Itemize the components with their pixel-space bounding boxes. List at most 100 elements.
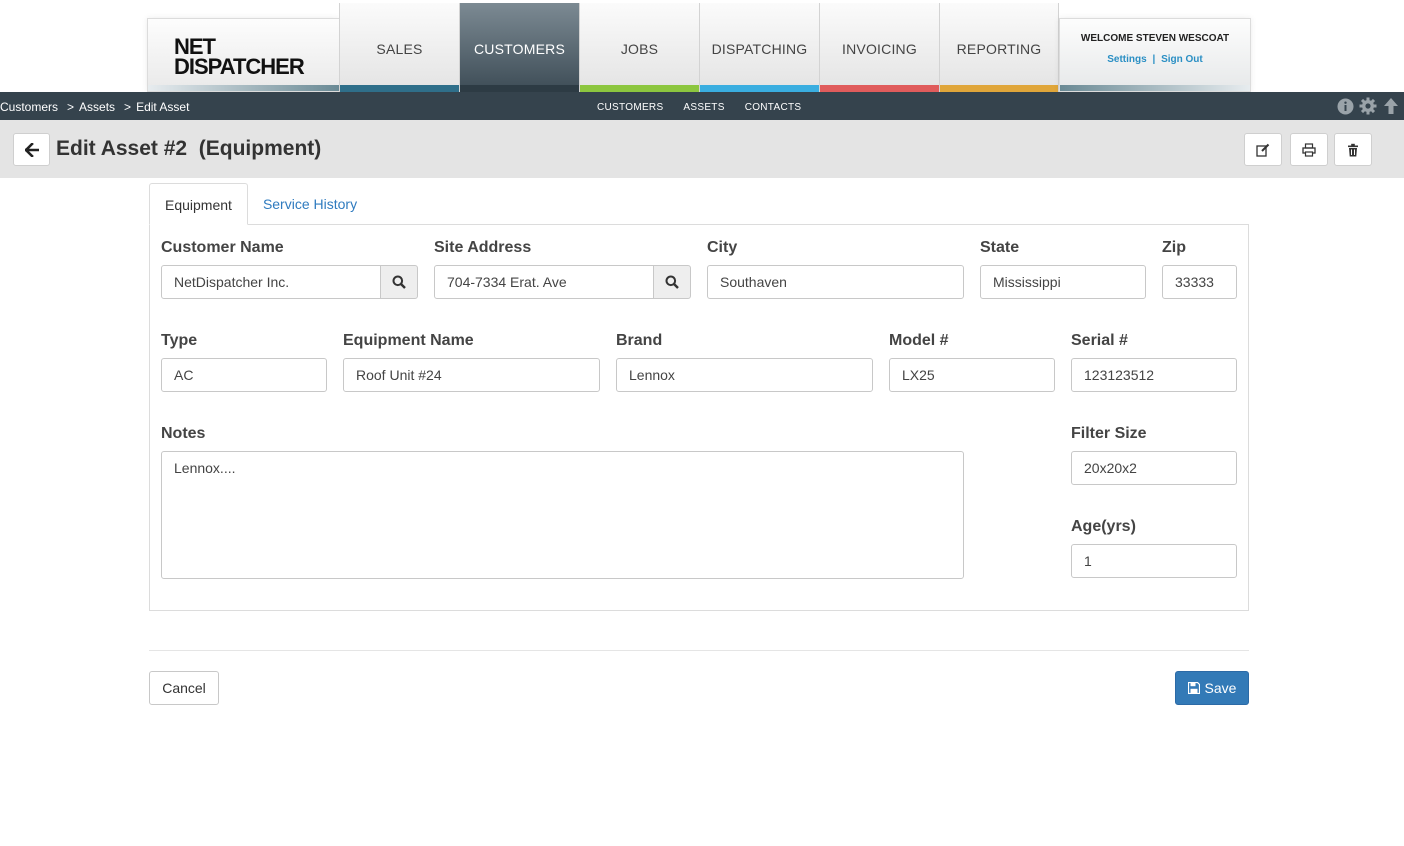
model-group: Model # — [889, 333, 1055, 393]
subnav-customers[interactable]: CUSTOMERS — [597, 102, 663, 113]
brand-group: Brand — [616, 333, 873, 393]
site-address-input[interactable] — [434, 265, 654, 299]
type-input[interactable] — [161, 358, 327, 392]
nav-color-bar — [460, 85, 579, 92]
nav-label: DISPATCHING — [711, 41, 808, 57]
nav-item-sales[interactable]: SALES — [339, 3, 459, 92]
age-label: Age(yrs) — [1071, 518, 1136, 535]
tab-equipment[interactable]: Equipment — [149, 183, 248, 225]
page-title: Edit Asset #2 (Equipment) — [56, 137, 322, 160]
search-icon — [665, 275, 679, 289]
zip-label: Zip — [1162, 239, 1186, 256]
filter-size-label: Filter Size — [1071, 425, 1147, 442]
nav-color-bar — [940, 85, 1058, 92]
equipment-name-label: Equipment Name — [343, 332, 474, 349]
back-button[interactable] — [13, 133, 50, 166]
customer-name-input[interactable] — [161, 265, 381, 299]
equipment-name-input[interactable] — [343, 358, 600, 392]
welcome-text: WELCOME STEVEN WESCOAT — [1080, 33, 1230, 44]
brand-label: Brand — [616, 332, 663, 349]
tab-service-history[interactable]: Service History — [248, 183, 372, 225]
site-address-group: Site Address — [434, 240, 691, 300]
age-group: Age(yrs) — [1071, 519, 1237, 579]
tab-bar: Equipment Service History — [149, 183, 372, 225]
delete-button[interactable] — [1334, 133, 1372, 166]
nav-label: SALES — [376, 41, 423, 57]
sub-navigation-bar: Customers > Assets > Edit Asset CUSTOMERS AS… — [0, 92, 1404, 120]
nav-item-dispatching[interactable]: DISPATCHING — [699, 3, 819, 92]
brand-input[interactable] — [616, 358, 873, 392]
edit-icon — [1256, 143, 1270, 157]
model-label: Model # — [889, 332, 949, 349]
type-label: Type — [161, 332, 198, 349]
print-button[interactable] — [1290, 133, 1328, 166]
model-input[interactable] — [889, 358, 1055, 392]
link-separator: | — [1152, 54, 1156, 65]
state-label: State — [980, 239, 1020, 256]
cancel-button[interactable]: Cancel — [149, 671, 219, 705]
site-address-label: Site Address — [434, 239, 532, 256]
settings-link[interactable]: Settings — [1107, 54, 1146, 65]
state-group: State — [980, 240, 1146, 300]
type-group: Type — [161, 333, 327, 393]
search-icon — [392, 275, 406, 289]
save-button[interactable]: Save — [1175, 671, 1249, 705]
serial-label: Serial # — [1071, 332, 1128, 349]
nav-item-reporting[interactable]: REPORTING — [939, 3, 1059, 92]
site-address-search-button[interactable] — [653, 265, 691, 299]
zip-input[interactable] — [1162, 265, 1237, 299]
customer-search-button[interactable] — [380, 265, 418, 299]
nav-color-bar — [340, 85, 459, 92]
sub-nav: CUSTOMERS ASSETS CONTACTS — [597, 102, 801, 113]
footer-divider — [149, 650, 1249, 651]
city-input[interactable] — [707, 265, 964, 299]
serial-input[interactable] — [1071, 358, 1237, 392]
breadcrumb-customers[interactable]: Customers — [0, 100, 58, 114]
nav-label: INVOICING — [842, 41, 917, 57]
serial-group: Serial # — [1071, 333, 1237, 393]
notes-label: Notes — [161, 425, 206, 442]
nav-item-invoicing[interactable]: INVOICING — [819, 3, 939, 92]
arrow-up-icon[interactable] — [1382, 97, 1400, 115]
breadcrumb: Customers > Assets > Edit Asset — [0, 100, 189, 114]
breadcrumb-separator: > — [124, 100, 132, 114]
subnav-assets[interactable]: ASSETS — [683, 102, 724, 113]
subbar-icons — [1336, 97, 1400, 115]
top-header: NET DISPATCHER SALES CUSTOMERS JOBS DISP… — [0, 0, 1404, 92]
nav-label: CUSTOMERS — [474, 41, 565, 57]
breadcrumb-assets[interactable]: Assets — [79, 100, 115, 114]
filter-size-input[interactable] — [1071, 451, 1237, 485]
title-bar: Edit Asset #2 (Equipment) — [0, 120, 1404, 178]
logo: NET DISPATCHER — [174, 36, 305, 79]
sign-out-link[interactable]: Sign Out — [1161, 54, 1203, 65]
save-label: Save — [1204, 680, 1237, 696]
account-links: Settings | Sign Out — [1060, 54, 1250, 65]
customer-name-group: Customer Name — [161, 240, 418, 300]
nav-color-bar — [580, 85, 699, 92]
trash-icon — [1348, 143, 1358, 156]
gear-icon[interactable] — [1359, 97, 1377, 115]
notes-textarea[interactable]: Lennox.... — [161, 451, 964, 579]
nav-item-jobs[interactable]: JOBS — [579, 3, 699, 92]
floppy-disk-icon — [1187, 682, 1200, 694]
brand-box[interactable]: NET DISPATCHER — [147, 18, 339, 92]
print-icon — [1302, 142, 1316, 157]
age-input[interactable] — [1071, 544, 1237, 578]
logo-line-2: DISPATCHER — [174, 54, 305, 79]
main-nav: SALES CUSTOMERS JOBS DISPATCHING INVOICI… — [339, 3, 1059, 92]
breadcrumb-current: Edit Asset — [136, 100, 190, 114]
nav-color-bar — [700, 85, 819, 92]
welcome-box: WELCOME STEVEN WESCOAT Settings | Sign O… — [1059, 18, 1251, 92]
subnav-contacts[interactable]: CONTACTS — [745, 102, 802, 113]
info-icon[interactable] — [1336, 97, 1354, 115]
state-input[interactable] — [980, 265, 1146, 299]
breadcrumb-separator: > — [67, 100, 75, 114]
nav-item-customers[interactable]: CUSTOMERS — [459, 3, 579, 92]
edit-button[interactable] — [1244, 133, 1282, 166]
city-label: City — [707, 239, 738, 256]
notes-group: Notes Lennox.... — [161, 426, 964, 579]
nav-label: REPORTING — [956, 41, 1042, 57]
zip-group: Zip — [1162, 240, 1237, 300]
nav-label: JOBS — [620, 41, 659, 57]
filter-size-group: Filter Size — [1071, 426, 1237, 486]
